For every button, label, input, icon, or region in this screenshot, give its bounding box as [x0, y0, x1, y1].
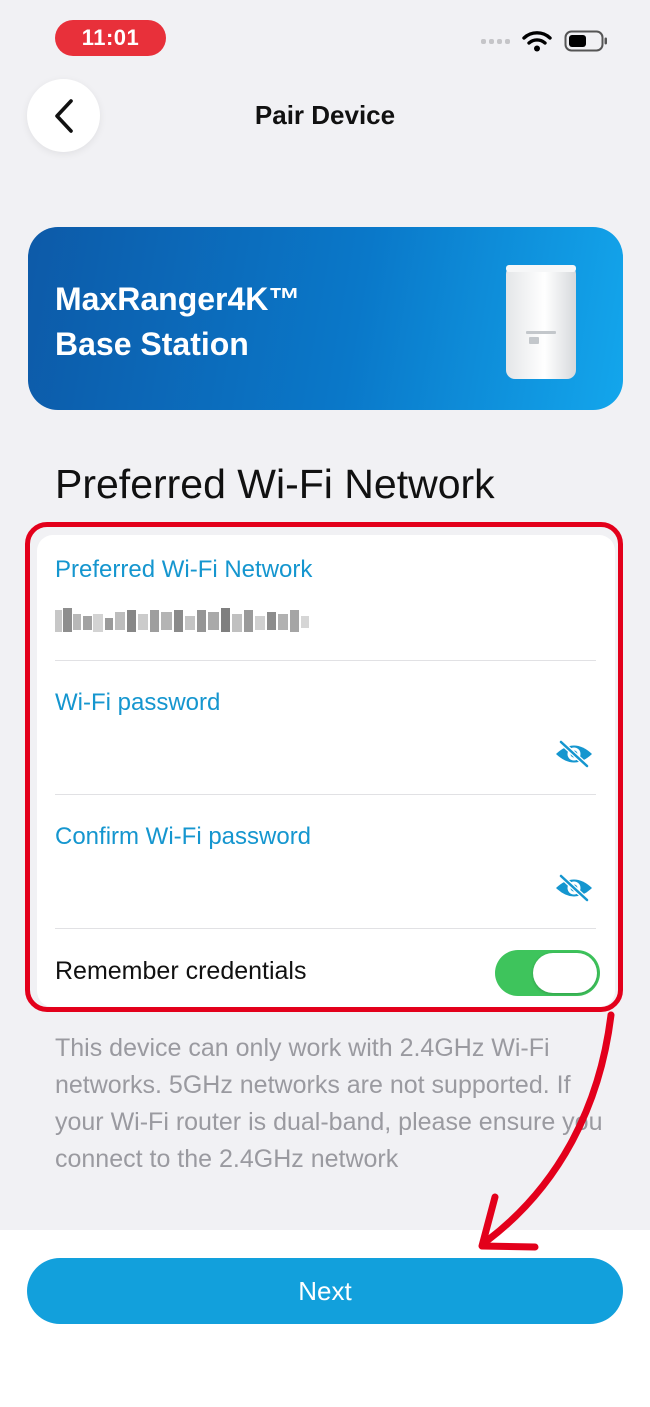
confirm-password-input[interactable] [55, 864, 535, 908]
eye-slash-icon[interactable] [554, 874, 594, 902]
pixelated-network-name [55, 608, 309, 632]
divider [55, 794, 596, 795]
status-time: 11:01 [55, 20, 166, 56]
battery-icon [564, 30, 607, 52]
divider [55, 928, 596, 929]
wifi-band-notice: This device can only work with 2.4GHz Wi… [55, 1034, 603, 1173]
password-field-label: Wi-Fi password [55, 689, 221, 716]
device-name: MaxRanger4K™ Base Station [55, 277, 300, 367]
next-button[interactable]: Next [27, 1258, 623, 1324]
confirm-password-field-label: Confirm Wi-Fi password [55, 823, 312, 850]
cellular-signal-icon [481, 38, 510, 44]
eye-slash-icon[interactable] [554, 740, 594, 768]
remember-credentials-toggle[interactable] [495, 950, 600, 996]
divider [55, 660, 596, 661]
device-name-line1: MaxRanger4K™ [55, 281, 301, 317]
wifi-icon [522, 31, 552, 52]
section-heading: Preferred Wi-Fi Network [55, 461, 495, 507]
status-icons [481, 30, 608, 52]
password-input[interactable] [55, 730, 535, 774]
toggle-knob [533, 953, 597, 993]
base-station-device-image [506, 265, 576, 379]
device-banner: MaxRanger4K™ Base Station [28, 227, 623, 410]
network-field-value[interactable] [55, 606, 311, 634]
page-title: Pair Device [254, 100, 396, 130]
device-name-line2: Base Station [55, 326, 249, 362]
network-field-label: Preferred Wi-Fi Network [55, 556, 313, 583]
remember-credentials-label: Remember credentials [55, 957, 307, 985]
